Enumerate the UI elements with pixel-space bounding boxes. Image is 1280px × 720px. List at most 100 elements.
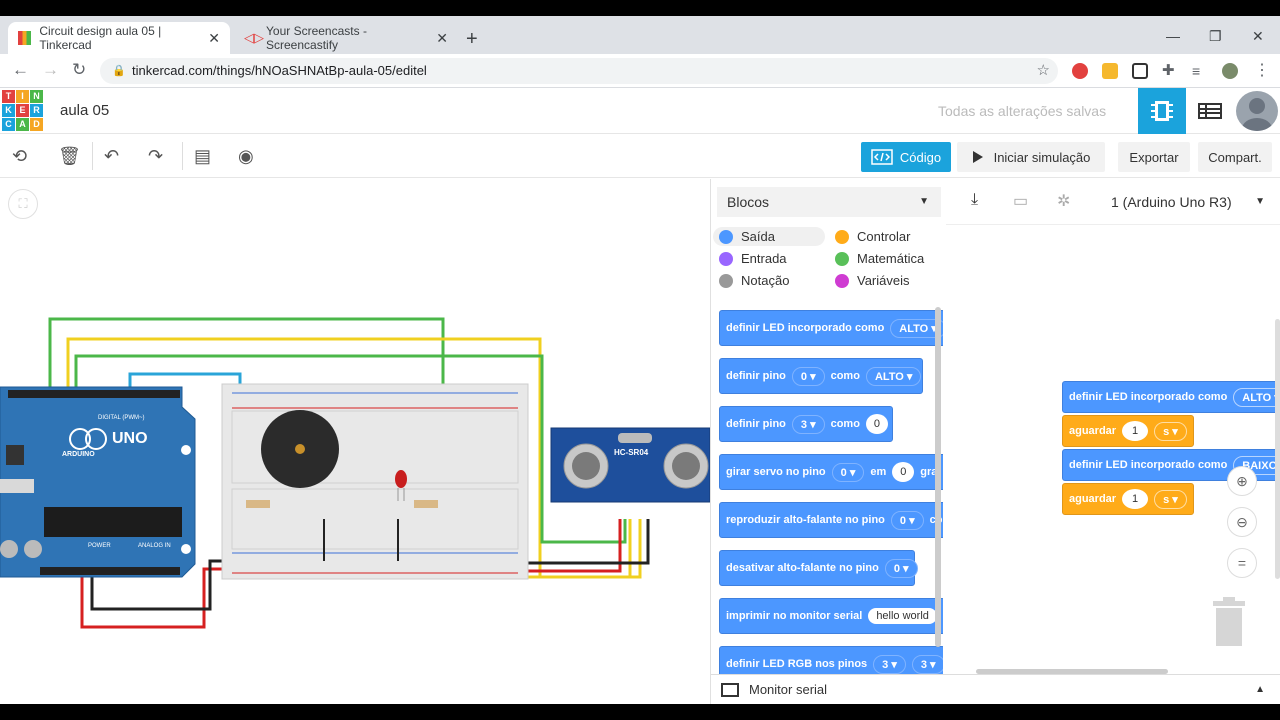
zoom-reset-icon[interactable]: = [1227,548,1257,578]
browser-menu-icon[interactable]: ⋮ [1254,63,1270,79]
undo-icon[interactable]: ↶ [104,146,119,167]
profile-avatar-icon[interactable] [1222,63,1238,79]
url-field[interactable]: 🔒 tinkercad.com/things/hNOaSHNAtBp-aula-… [100,58,1058,84]
pin-dropdown[interactable]: 0 ▾ [884,558,918,578]
category-notation[interactable]: Notação [713,271,795,290]
block-stop-speaker[interactable]: desativar alto-falante no pino 0 ▾ [719,550,918,586]
delete-icon[interactable]: 🗑 [58,146,81,167]
component-list-button[interactable] [1186,88,1234,134]
restore-icon[interactable]: ❐ [1209,28,1222,45]
back-icon[interactable]: ← [12,60,29,80]
browser-tab-screencastify[interactable]: ◁▷ Your Screencasts - Screencastify ✕ [234,22,458,54]
code-button[interactable]: Código [861,142,951,172]
value-input[interactable]: 1 [1122,489,1149,509]
value-input[interactable]: 1 [1122,421,1149,441]
block-serial-print[interactable]: imprimir no monitor serial hello world [719,598,943,634]
script-set-builtin-led-high[interactable]: definir LED incorporado como ALTO ▾ [1062,381,1280,413]
state-dropdown[interactable]: ALTO ▾ [1233,387,1280,407]
export-button[interactable]: Exportar [1118,142,1190,172]
unit-dropdown[interactable]: s ▾ [1154,489,1187,509]
category-input[interactable]: Entrada [713,249,793,268]
circuit-view-button[interactable] [1138,88,1186,134]
workspace-vertical-scrollbar[interactable] [1275,319,1280,579]
screen: Circuit design aula 05 | Tinkercad ✕ ◁▷ … [0,0,1280,720]
share-button[interactable]: Compart. [1198,142,1272,172]
state-dropdown[interactable]: ALTO ▾ [865,366,922,386]
download-icon[interactable]: ⤓ [971,191,978,209]
red-led[interactable] [395,470,407,488]
letterbox-bottom [0,704,1280,720]
palette-scrollbar[interactable] [935,307,941,647]
category-variables[interactable]: Variáveis [829,271,916,290]
zoom-out-icon[interactable]: ⊖ [1227,507,1257,537]
script-wait-1[interactable]: aguardar 1 s ▾ [1062,415,1194,447]
save-status: Todas as alterações salvas [938,103,1107,119]
unit-dropdown[interactable]: s ▾ [1154,421,1187,441]
browser-addressbar: ← → ↻ 🔒 tinkercad.com/things/hNOaSHNAtBp… [0,54,1280,88]
pin-dropdown[interactable]: 0 ▾ [890,510,924,530]
device-dropdown[interactable]: 1 (Arduino Uno R3) ▼ [1101,187,1277,217]
rotate-icon[interactable]: ⟲ [12,146,27,167]
media-list-icon[interactable]: ≡ [1192,63,1208,79]
forward-icon[interactable]: → [42,60,59,80]
value-input[interactable]: 0 [865,414,888,434]
pin-dropdown[interactable]: 3 ▾ [911,654,943,674]
code-mode-dropdown[interactable]: Blocos ▼ [717,187,941,217]
category-math[interactable]: Matemática [829,249,930,268]
script-wait-2[interactable]: aguardar 1 s ▾ [1062,483,1194,515]
pin-dropdown[interactable]: 3 ▾ [791,414,825,434]
tinkercad-logo[interactable]: T I N K E R C A D [2,90,43,132]
bookmark-star-icon[interactable]: ☆ [1037,58,1050,84]
category-dot [719,273,733,288]
resistor-1[interactable] [246,500,270,508]
block-play-speaker[interactable]: reproduzir alto-falante no pino 0 ▾ co [719,502,943,538]
resistor-2[interactable] [414,500,438,508]
extensions-puzzle-icon[interactable]: ✚ [1162,63,1178,79]
debugger-bug-icon[interactable]: ✲ [1057,191,1070,211]
chevron-up-icon[interactable]: ▲ [1255,675,1265,705]
extension-hand-icon[interactable] [1102,63,1118,79]
block-set-pin[interactable]: definir pino 0 ▾ como ALTO ▾ [719,358,923,394]
value-input[interactable]: 0 [892,462,915,482]
text-input[interactable]: hello world [868,608,937,624]
pin-dropdown[interactable]: 0 ▾ [791,366,825,386]
block-rotate-servo[interactable]: girar servo no pino 0 ▾ em 0 gra [719,454,943,490]
breadboard[interactable] [221,383,529,580]
block-set-rgb-led[interactable]: definir LED RGB nos pinos 3 ▾ 3 ▾ [719,646,943,674]
logo-letter: C [2,118,15,131]
block-set-pwm-pin[interactable]: definir pino 3 ▾ como 0 [719,406,893,442]
close-tab-icon[interactable]: ✕ [208,30,220,47]
block-text: aguardar [1069,425,1117,437]
pin-dropdown[interactable]: 3 ▾ [873,654,906,674]
trash-icon[interactable] [1211,597,1247,649]
reload-icon[interactable]: ↻ [72,60,86,80]
upload-library-icon[interactable]: ▭ [1013,191,1028,211]
extension-screen-icon[interactable] [1132,63,1148,79]
pin-dropdown[interactable]: 0 ▾ [831,462,865,482]
start-simulation-button[interactable]: Iniciar simulação [957,142,1105,172]
notes-icon[interactable]: ▤ [194,146,211,167]
new-tab-icon[interactable]: + [466,28,478,51]
category-output[interactable]: Saída [713,227,825,246]
zoom-in-icon[interactable]: ⊕ [1227,466,1257,496]
category-control[interactable]: Controlar [829,227,916,246]
category-dot [719,251,733,266]
wire-red-power[interactable] [80,567,240,629]
close-tab-icon[interactable]: ✕ [436,30,448,47]
block-text: aguardar [1069,493,1117,505]
serial-monitor-bar[interactable]: Monitor serial ▲ [711,674,1280,704]
close-window-icon[interactable]: ✕ [1252,28,1264,45]
redo-icon[interactable]: ↷ [148,146,163,167]
circuit-canvas[interactable]: ⛶ UNO ARDUINO DIGITAL (PWM~) POWER ANALO… [0,179,710,704]
project-title[interactable]: aula 05 [60,102,109,119]
user-avatar[interactable] [1236,91,1278,131]
logo-letter: T [2,90,15,103]
chevron-down-icon: ▼ [919,196,929,207]
visibility-icon[interactable]: ◉ [238,146,254,167]
extension-record-icon[interactable] [1072,63,1088,79]
dropdown-value: 3 [920,658,927,671]
block-set-builtin-led[interactable]: definir LED incorporado como ALTO ▾ [719,310,943,346]
browser-tab-tinkercad[interactable]: Circuit design aula 05 | Tinkercad ✕ [8,22,230,54]
block-text: definir LED RGB nos pinos [726,658,868,670]
minimize-icon[interactable]: — [1166,28,1180,44]
